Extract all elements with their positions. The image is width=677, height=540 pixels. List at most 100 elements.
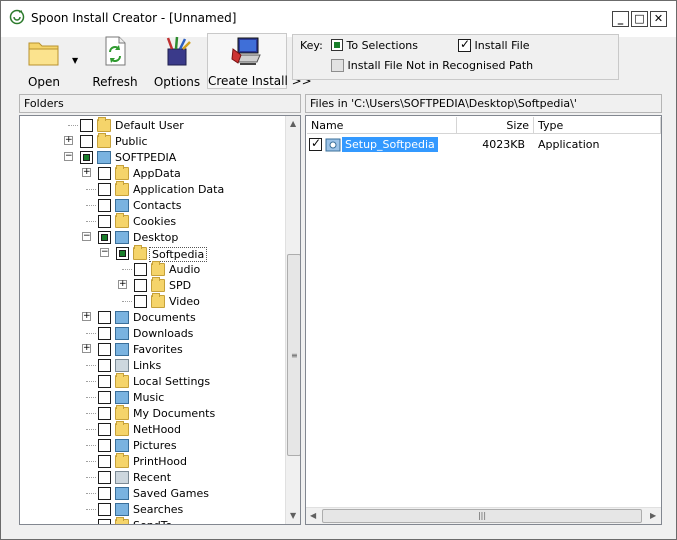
- collapse-icon[interactable]: −: [82, 232, 91, 241]
- expand-icon[interactable]: +: [82, 312, 91, 321]
- folder-checkbox[interactable]: [98, 487, 111, 500]
- file-name[interactable]: Setup_Softpedia: [342, 137, 438, 152]
- key-to-selections: To Selections: [331, 39, 418, 52]
- tree-item[interactable]: − SOFTPEDIA: [20, 150, 282, 166]
- tree-connector-line: [122, 301, 132, 302]
- tree-item[interactable]: My Documents: [20, 405, 282, 422]
- tree-item-label: PrintHood: [133, 455, 188, 468]
- tree-item[interactable]: + Documents: [20, 310, 282, 326]
- folder-checkbox[interactable]: [80, 119, 93, 132]
- folder-checkbox[interactable]: [98, 471, 111, 484]
- tree-connector-line: [86, 189, 96, 190]
- folder-checkbox[interactable]: [98, 183, 111, 196]
- folder-checkbox[interactable]: [98, 327, 111, 340]
- folder-checkbox[interactable]: [98, 215, 111, 228]
- downloads-icon: [115, 327, 129, 340]
- folder-checkbox[interactable]: [98, 359, 111, 372]
- tree-item[interactable]: Application Data: [20, 181, 282, 198]
- tree-item[interactable]: Cookies: [20, 213, 282, 230]
- tree-connector-line: [68, 125, 78, 126]
- tree-item-label: Application Data: [133, 183, 225, 196]
- tree-item[interactable]: − Desktop: [20, 230, 282, 246]
- scroll-left-arrow-icon[interactable]: ◀: [310, 511, 316, 520]
- scroll-up-arrow-icon[interactable]: ▲: [290, 119, 296, 128]
- tree-connector-line: [86, 461, 96, 462]
- open-dropdown-arrow-icon[interactable]: ▼: [72, 56, 78, 65]
- tree-scroll-thumb[interactable]: ≡: [287, 254, 300, 456]
- tree-item[interactable]: NetHood: [20, 421, 282, 438]
- tree-item[interactable]: + Public: [20, 133, 282, 150]
- files-horizontal-scrollbar[interactable]: ◀ ||| ▶: [306, 507, 661, 524]
- folder-checkbox[interactable]: [98, 343, 111, 356]
- folder-checkbox[interactable]: [98, 231, 111, 244]
- files-list[interactable]: Name Size Type Setup_Softpedia 4023KB Ap…: [305, 115, 662, 525]
- folder-checkbox[interactable]: [98, 391, 111, 404]
- tree-item[interactable]: Downloads: [20, 326, 282, 342]
- scroll-right-arrow-icon[interactable]: ▶: [650, 511, 656, 520]
- expand-icon[interactable]: +: [82, 344, 91, 353]
- folder-checkbox[interactable]: [80, 135, 93, 148]
- create-install-button[interactable]: Create Install >>: [207, 33, 312, 89]
- files-scroll-thumb[interactable]: |||: [322, 509, 642, 523]
- file-row[interactable]: Setup_Softpedia 4023KB Application: [307, 136, 661, 154]
- folder-checkbox[interactable]: [98, 455, 111, 468]
- tree-item[interactable]: Video: [20, 293, 282, 310]
- scroll-down-arrow-icon[interactable]: ▼: [290, 511, 296, 520]
- open-button[interactable]: Open: [21, 33, 67, 89]
- tree-item[interactable]: Audio: [20, 261, 282, 278]
- close-button[interactable]: ✕: [650, 11, 667, 27]
- tree-item[interactable]: Music: [20, 390, 282, 406]
- file-type: Application: [538, 138, 600, 151]
- tree-item[interactable]: PrintHood: [20, 453, 282, 470]
- folder-checkbox[interactable]: [134, 279, 147, 292]
- folder-checkbox[interactable]: [98, 423, 111, 436]
- expand-icon[interactable]: +: [82, 168, 91, 177]
- tree-item[interactable]: Default User: [20, 117, 282, 134]
- tree-item[interactable]: Searches: [20, 502, 282, 518]
- options-button[interactable]: Options: [153, 33, 201, 89]
- tree-item[interactable]: Recent: [20, 470, 282, 486]
- collapse-icon[interactable]: −: [64, 152, 73, 161]
- tree-vertical-scrollbar[interactable]: ▲ ≡ ▼: [285, 116, 300, 524]
- column-header-type[interactable]: Type: [534, 117, 661, 134]
- create-install-computer-icon: [231, 37, 261, 65]
- folder-checkbox[interactable]: [116, 247, 129, 260]
- folder-checkbox[interactable]: [98, 503, 111, 516]
- folders-tree[interactable]: Default User + Public − SOFTPEDIA + AppData App…: [19, 115, 301, 525]
- minimize-button[interactable]: _: [612, 11, 629, 27]
- tree-item[interactable]: Pictures: [20, 438, 282, 454]
- folder-checkbox[interactable]: [80, 151, 93, 164]
- folder-checkbox[interactable]: [98, 519, 111, 524]
- folder-checkbox[interactable]: [98, 167, 111, 180]
- refresh-button[interactable]: Refresh: [91, 33, 139, 89]
- maximize-button[interactable]: □: [631, 11, 648, 27]
- tree-item[interactable]: SendTo: [20, 517, 282, 524]
- tree-item-label: Default User: [115, 119, 184, 132]
- column-header-size[interactable]: Size: [457, 117, 534, 134]
- folder-checkbox[interactable]: [98, 375, 111, 388]
- column-header-name[interactable]: Name: [307, 117, 457, 134]
- tree-item[interactable]: Saved Games: [20, 486, 282, 502]
- tree-item[interactable]: Local Settings: [20, 373, 282, 390]
- folder-checkbox[interactable]: [98, 311, 111, 324]
- tree-item[interactable]: − Softpedia: [20, 245, 282, 262]
- tree-item[interactable]: Links: [20, 358, 282, 374]
- pictures-icon: [115, 439, 129, 452]
- expand-icon[interactable]: +: [118, 280, 127, 289]
- tree-item[interactable]: + SPD: [20, 277, 282, 294]
- tree-connector-line: [86, 429, 96, 430]
- folder-checkbox[interactable]: [98, 439, 111, 452]
- collapse-icon[interactable]: −: [100, 248, 109, 257]
- folder-checkbox[interactable]: [134, 295, 147, 308]
- folder-checkbox[interactable]: [134, 263, 147, 276]
- folder-checkbox[interactable]: [98, 199, 111, 212]
- contacts-icon: [115, 199, 129, 212]
- tree-item[interactable]: Contacts: [20, 198, 282, 214]
- file-install-checkbox[interactable]: [309, 136, 322, 151]
- tree-item[interactable]: + AppData: [20, 165, 282, 182]
- tree-connector-line: [86, 477, 96, 478]
- expand-icon[interactable]: +: [64, 136, 73, 145]
- folder-checkbox[interactable]: [98, 407, 111, 420]
- tree-item[interactable]: + Favorites: [20, 342, 282, 358]
- to-selections-icon: [331, 39, 343, 51]
